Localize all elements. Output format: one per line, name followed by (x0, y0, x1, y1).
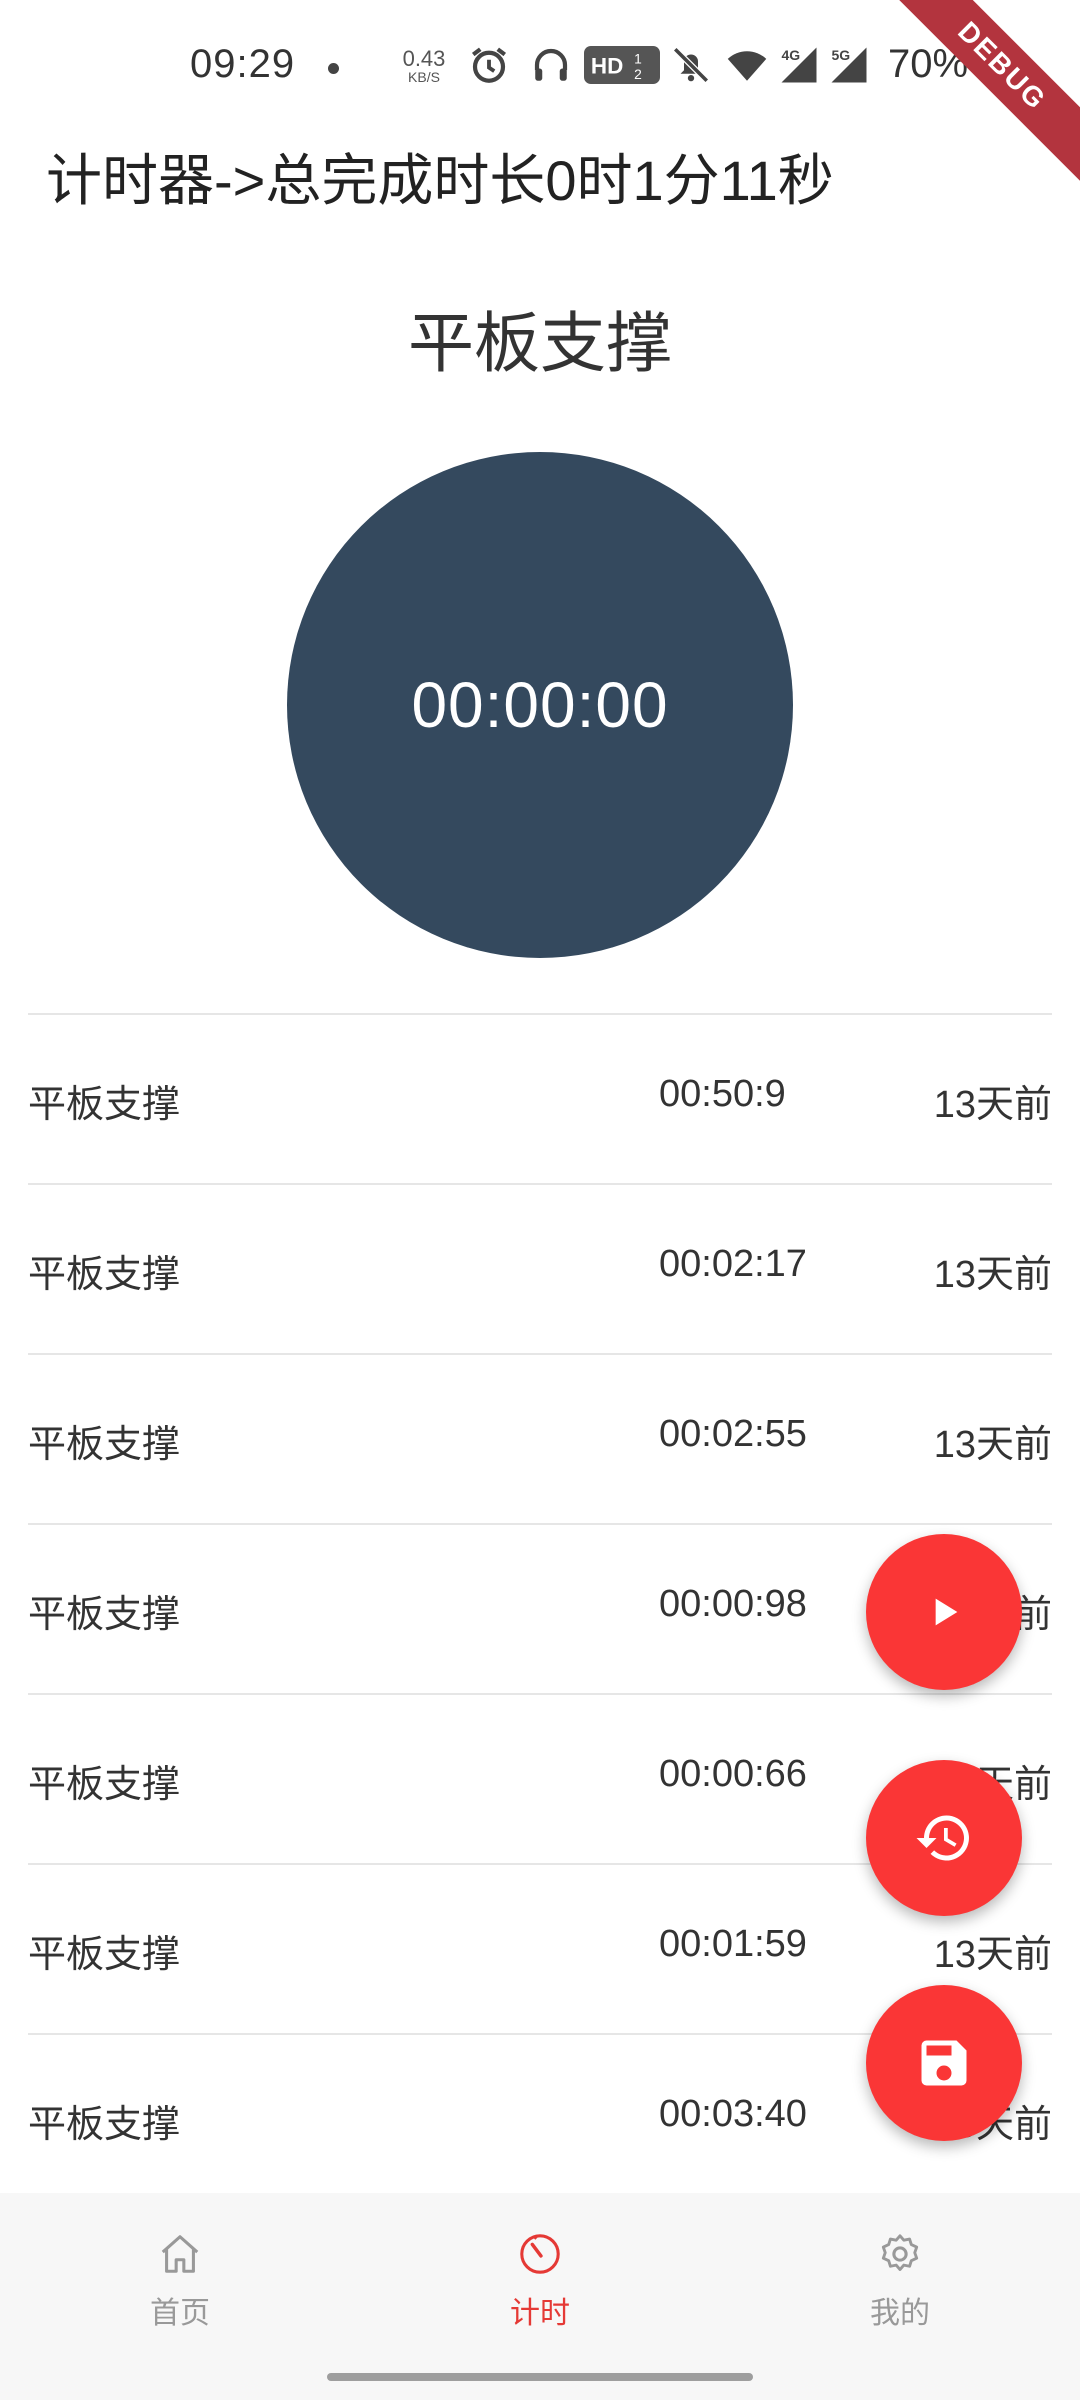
debug-banner: DEBUG (884, 0, 1080, 184)
svg-text:2: 2 (634, 66, 642, 82)
list-item[interactable]: 平板支撑 00:02:55 13天前 (28, 1353, 1052, 1523)
list-item[interactable]: 平板支撑 00:50:9 13天前 (28, 1013, 1052, 1183)
record-name: 平板支撑 (28, 1424, 181, 1466)
play-button[interactable] (866, 1534, 1022, 1690)
exercise-name: 平板支撑 (408, 306, 672, 380)
record-time-ago: 13天前 (933, 1424, 1052, 1466)
nav-label-home: 首页 (150, 2297, 210, 2330)
nav-item-timer[interactable]: 计时 (440, 2231, 640, 2332)
nav-label-timer: 计时 (510, 2297, 570, 2330)
timer-circle[interactable]: 00:00:00 (287, 452, 793, 958)
record-duration: 00:03:40 (659, 2093, 807, 2135)
alarm-icon (471, 47, 507, 83)
signal-5g-icon: 5G (831, 47, 867, 83)
network-speed-value: 0.43 (402, 46, 446, 71)
svg-text:5G: 5G (832, 47, 851, 63)
nav-item-home[interactable]: 首页 (80, 2231, 280, 2332)
record-duration: 00:00:66 (659, 1753, 807, 1795)
network-speed: 0.43 KB/S (398, 46, 450, 85)
record-name: 平板支撑 (28, 1934, 181, 1976)
record-name: 平板支撑 (28, 1764, 181, 1806)
play-icon (935, 1598, 958, 1626)
history-icon (916, 1815, 969, 1861)
record-duration: 00:02:55 (659, 1413, 807, 1455)
record-duration: 00:50:9 (659, 1073, 786, 1115)
status-time: 09:29 (190, 42, 296, 86)
record-name: 平板支撑 (28, 1254, 181, 1296)
hd-icon: HD 1 2 (584, 46, 660, 84)
nav-item-mine[interactable]: 我的 (800, 2231, 1000, 2332)
gear-icon (881, 2234, 919, 2271)
nav-label-mine: 我的 (870, 2297, 930, 2330)
status-bar: 09:29 0.43 KB/S HD 1 2 4G 5G 70% DEBUG (0, 0, 1080, 184)
record-time-ago: 13天前 (933, 1084, 1052, 1126)
bell-off-icon (673, 47, 709, 83)
save-button[interactable] (866, 1985, 1022, 2141)
list-item[interactable]: 平板支撑 00:02:17 13天前 (28, 1183, 1052, 1353)
record-time-ago: 13天前 (933, 1934, 1052, 1976)
record-name: 平板支撑 (28, 1594, 181, 1636)
history-button[interactable] (866, 1760, 1022, 1916)
wifi-icon (727, 51, 767, 81)
record-name: 平板支撑 (28, 2104, 181, 2146)
record-name: 平板支撑 (28, 1084, 181, 1126)
timer-display: 00:00:00 (411, 669, 669, 741)
record-time-ago: 13天前 (933, 1254, 1052, 1296)
page-title: 计时器->总完成时长0时1分11秒 (46, 149, 834, 212)
home-indicator[interactable] (327, 2373, 753, 2381)
record-duration: 00:01:59 (659, 1923, 807, 1965)
record-duration: 00:00:98 (659, 1583, 807, 1625)
notification-dot (328, 63, 339, 74)
save-icon (921, 2040, 967, 2086)
svg-text:1: 1 (634, 50, 642, 66)
network-speed-unit: KB/S (408, 69, 440, 85)
headphones-icon (534, 48, 568, 81)
svg-text:HD: HD (591, 54, 623, 79)
record-duration: 00:02:17 (659, 1243, 807, 1285)
svg-text:4G: 4G (782, 47, 801, 63)
signal-4g-icon: 4G (781, 47, 817, 83)
bottom-navigation: 首页 计时 我的 (0, 2193, 1080, 2400)
timer-icon (520, 2234, 560, 2274)
home-icon (161, 2235, 199, 2273)
